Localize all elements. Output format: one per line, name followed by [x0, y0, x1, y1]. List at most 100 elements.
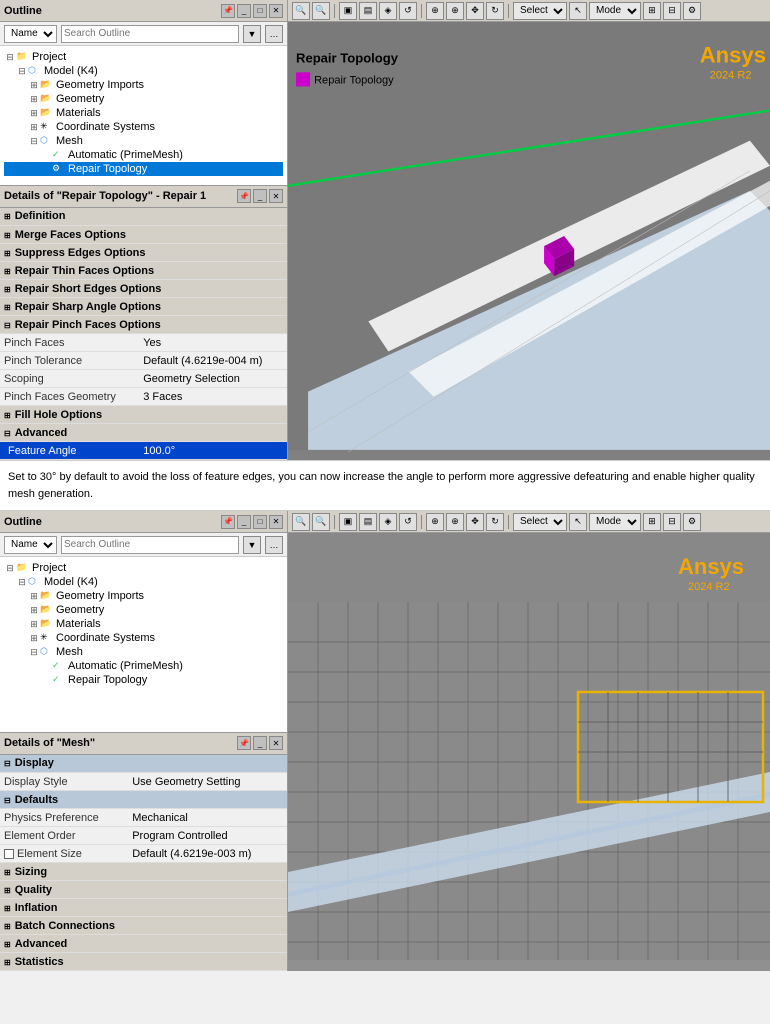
pin-icon-bottom[interactable]: 📌 — [221, 515, 235, 529]
section-repair-sharp[interactable]: ⊞Repair Sharp Angle Options — [0, 298, 287, 316]
tree-geometry-top[interactable]: ⊞ 📂 Geometry — [4, 92, 283, 106]
tree-automatic-top[interactable]: ✓ Automatic (PrimeMesh) — [4, 148, 283, 162]
element-order-value[interactable]: Program Controlled — [128, 827, 287, 845]
outline-expand-btn[interactable]: … — [265, 25, 283, 43]
mode-dropdown-top[interactable]: Mode — [589, 2, 641, 20]
section-merge-faces[interactable]: ⊞Merge Faces Options — [0, 226, 287, 244]
tree-mesh-top[interactable]: ⊟ ⬡ Mesh — [4, 134, 283, 148]
coord-expand-b[interactable]: ⊞ — [28, 632, 40, 644]
tree-coord-top[interactable]: ⊞ ✳ Coordinate Systems — [4, 120, 283, 134]
close-icon-bottom[interactable]: ✕ — [269, 515, 283, 529]
select-dropdown-bottom[interactable]: Select — [513, 513, 567, 531]
grid-btn[interactable]: ⊞ — [643, 2, 661, 20]
details-close-icon[interactable]: ✕ — [269, 189, 283, 203]
view-btn2[interactable]: ▤ — [359, 2, 377, 20]
section-advanced-bottom[interactable]: ⊞Advanced — [0, 935, 287, 953]
section-sizing[interactable]: ⊞Sizing — [0, 863, 287, 881]
tree-geometry-bottom[interactable]: ⊞ 📂 Geometry — [4, 603, 283, 617]
tree-repair-bottom[interactable]: ✓ Repair Topology — [4, 673, 283, 687]
view-btn1b[interactable]: ▣ — [339, 513, 357, 531]
tree-automatic-bottom[interactable]: ✓ Automatic (PrimeMesh) — [4, 659, 283, 673]
geo-imports-expand-b[interactable]: ⊞ — [28, 590, 40, 602]
close-icon-top[interactable]: ✕ — [269, 4, 283, 18]
select-dropdown-top[interactable]: Select — [513, 2, 567, 20]
element-size-checkbox[interactable] — [4, 849, 14, 859]
view-btn4[interactable]: ↺ — [399, 2, 417, 20]
settings-btn-bottom[interactable]: ⚙ — [683, 513, 701, 531]
view-btn3b[interactable]: ◈ — [379, 513, 397, 531]
det-min-icon-b[interactable]: _ — [253, 736, 267, 750]
section-repair-pinch[interactable]: ⊟Repair Pinch Faces Options — [0, 316, 287, 334]
grid-btn-b[interactable]: ⊞ — [643, 513, 661, 531]
settings-btn-top[interactable]: ⚙ — [683, 2, 701, 20]
snap-btn-b[interactable]: ⊟ — [663, 513, 681, 531]
det-pin-icon-b[interactable]: 📌 — [237, 736, 251, 750]
model-expand-b[interactable]: ⊟ — [16, 576, 28, 588]
zoom-out-btn-top[interactable]: 🔍 — [312, 2, 330, 20]
name-dropdown-bottom[interactable]: Name — [4, 536, 57, 554]
section-quality[interactable]: ⊞Quality — [0, 881, 287, 899]
geo-expand[interactable]: ⊞ — [28, 93, 40, 105]
search-input-bottom[interactable] — [61, 536, 239, 554]
tree-geometry-imports-top[interactable]: ⊞ 📂 Geometry Imports — [4, 78, 283, 92]
zoom-fit-btn[interactable]: ⊕ — [426, 2, 444, 20]
tree-project-bottom[interactable]: ⊟ 📁 Project — [4, 561, 283, 575]
model-expand[interactable]: ⊟ — [16, 65, 28, 77]
physics-value[interactable]: Mechanical — [128, 809, 287, 827]
tree-materials-bottom[interactable]: ⊞ 📂 Materials — [4, 617, 283, 631]
zoom-all-btn[interactable]: ⊕ — [446, 2, 464, 20]
rotate-btn[interactable]: ↻ — [486, 2, 504, 20]
maximize-icon[interactable]: □ — [253, 4, 267, 18]
max-icon-bottom[interactable]: □ — [253, 515, 267, 529]
minimize-icon[interactable]: _ — [237, 4, 251, 18]
zoom-all-btn-b[interactable]: ⊕ — [446, 513, 464, 531]
details-pin-icon[interactable]: 📌 — [237, 189, 251, 203]
section-fill-hole[interactable]: ⊞Fill Hole Options — [0, 406, 287, 424]
mat-expand[interactable]: ⊞ — [28, 107, 40, 119]
tree-mesh-bottom[interactable]: ⊟ ⬡ Mesh — [4, 645, 283, 659]
feature-angle-value[interactable]: 100.0° — [139, 442, 287, 460]
pan-btn-b[interactable]: ✥ — [466, 513, 484, 531]
section-defaults[interactable]: ⊟Defaults — [0, 791, 287, 809]
section-repair-thin[interactable]: ⊞Repair Thin Faces Options — [0, 262, 287, 280]
tree-materials-top[interactable]: ⊞ 📂 Materials — [4, 106, 283, 120]
min-icon-bottom[interactable]: _ — [237, 515, 251, 529]
rotate-btn-b[interactable]: ↻ — [486, 513, 504, 531]
details-min-icon[interactable]: _ — [253, 189, 267, 203]
zoom-in-btn-bottom[interactable]: 🔍 — [292, 513, 310, 531]
zoom-fit-btn-b[interactable]: ⊕ — [426, 513, 444, 531]
section-advanced-top[interactable]: ⊟Advanced — [0, 424, 287, 442]
tree-coord-bottom[interactable]: ⊞ ✳ Coordinate Systems — [4, 631, 283, 645]
geo-expand-b[interactable]: ⊞ — [28, 604, 40, 616]
section-statistics[interactable]: ⊞Statistics — [0, 953, 287, 971]
pinch-geo-value[interactable]: 3 Faces — [139, 388, 287, 406]
tree-geo-imports-bottom[interactable]: ⊞ 📂 Geometry Imports — [4, 589, 283, 603]
mesh-expand-b[interactable]: ⊟ — [28, 646, 40, 658]
outline-sort-btn[interactable]: ▼ — [243, 25, 261, 43]
element-size-value[interactable]: Default (4.6219e-003 m) — [128, 845, 287, 863]
mat-expand-b[interactable]: ⊞ — [28, 618, 40, 630]
section-suppress-edges[interactable]: ⊞Suppress Edges Options — [0, 244, 287, 262]
search-input-top[interactable] — [61, 25, 239, 43]
pinch-faces-value[interactable]: Yes — [139, 334, 287, 352]
project-expand[interactable]: ⊟ — [4, 51, 16, 63]
pinch-tol-value[interactable]: Default (4.6219e-004 m) — [139, 352, 287, 370]
mesh-expand[interactable]: ⊟ — [28, 135, 40, 147]
section-inflation[interactable]: ⊞Inflation — [0, 899, 287, 917]
section-definition[interactable]: ⊞Definition — [0, 208, 287, 226]
section-repair-short[interactable]: ⊞Repair Short Edges Options — [0, 280, 287, 298]
view-btn2b[interactable]: ▤ — [359, 513, 377, 531]
zoom-out-btn-bottom[interactable]: 🔍 — [312, 513, 330, 531]
row-feature-angle[interactable]: Feature Angle 100.0° — [0, 442, 287, 460]
tree-repair-top[interactable]: ⚙ Repair Topology — [4, 162, 283, 176]
scoping-value[interactable]: Geometry Selection — [139, 370, 287, 388]
det-close-icon-b[interactable]: ✕ — [269, 736, 283, 750]
name-dropdown-top[interactable]: Name — [4, 25, 57, 43]
cursor-icon-b[interactable]: ↖ — [569, 513, 587, 531]
view-btn3[interactable]: ◈ — [379, 2, 397, 20]
section-display[interactable]: ⊟Display — [0, 755, 287, 773]
view-btn1[interactable]: ▣ — [339, 2, 357, 20]
zoom-in-btn-top[interactable]: 🔍 — [292, 2, 310, 20]
cursor-icon[interactable]: ↖ — [569, 2, 587, 20]
project-expand-b[interactable]: ⊟ — [4, 562, 16, 574]
